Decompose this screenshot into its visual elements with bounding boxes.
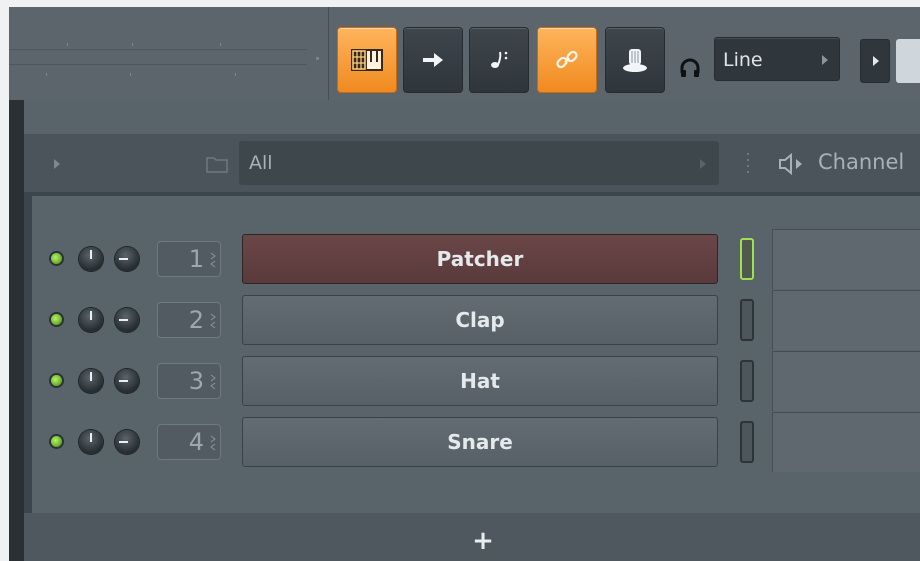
separator-dots [747, 153, 749, 177]
left-rail [9, 100, 24, 561]
link-icon [556, 50, 578, 69]
arrow-button[interactable] [403, 27, 463, 93]
channel-volume-knob[interactable] [79, 369, 103, 393]
folder-icon [206, 157, 228, 173]
channel-select-indicator[interactable] [740, 299, 754, 341]
toolbar-panel-edge [896, 39, 920, 83]
channel-volume-knob[interactable] [79, 247, 103, 271]
channel-select-indicator[interactable] [740, 360, 754, 402]
timeline-tick [235, 73, 236, 76]
toolbar-divider [328, 7, 329, 100]
step-sequencer-cell[interactable] [772, 229, 920, 289]
fl-studio-window: Line All Channel 1 Patcher 2 Clap 3 Hat 4 Snare… [9, 7, 920, 561]
note-button[interactable] [469, 27, 529, 93]
mixer-track-number-value: 4 [188, 428, 204, 456]
mixer-track-number-value: 3 [188, 367, 204, 395]
triangle-right-icon [873, 56, 879, 66]
channel-mute-led[interactable] [51, 375, 62, 386]
timeline-tick [67, 43, 68, 46]
play-arrow-button[interactable] [860, 39, 890, 83]
channel-volume-knob[interactable] [79, 308, 103, 332]
piano-roll-icon [351, 49, 383, 71]
speaker-icon[interactable] [777, 152, 807, 176]
channel-pan-knob[interactable] [115, 247, 139, 271]
add-channel-button[interactable]: + [471, 528, 495, 554]
note-icon [491, 51, 508, 68]
channel-filter-select[interactable]: All [239, 141, 719, 185]
metronome-knob-button[interactable] [605, 27, 665, 93]
channel-pan-knob[interactable] [115, 430, 139, 454]
arrow-right-icon [423, 53, 443, 67]
stepper-icon [210, 435, 216, 451]
step-sequencer-cell[interactable] [772, 412, 920, 472]
step-sequencer-cell[interactable] [772, 351, 920, 411]
channel-filter-value: All [249, 152, 273, 174]
chevron-right-icon [700, 159, 706, 169]
channel-mute-led[interactable] [51, 253, 62, 264]
channel-select-indicator[interactable] [740, 238, 754, 280]
timeline-tick [132, 43, 133, 46]
link-button[interactable] [537, 27, 597, 93]
expand-arrow-icon[interactable] [52, 157, 62, 171]
headphone-icon [680, 58, 700, 77]
mixer-track-number-value: 2 [188, 306, 204, 334]
channel-button[interactable]: Snare [242, 417, 718, 467]
step-sequencer-cell[interactable] [772, 290, 920, 350]
channel-mute-led[interactable] [51, 314, 62, 325]
mixer-track-number[interactable]: 1 [157, 241, 221, 277]
channel-pan-knob[interactable] [115, 308, 139, 332]
channel-pan-knob[interactable] [115, 369, 139, 393]
stepper-icon [210, 252, 216, 268]
knob-icon [623, 49, 647, 72]
rack-titlebar [24, 100, 920, 134]
resize-grip[interactable] [316, 57, 319, 60]
chevron-right-icon [822, 55, 828, 65]
mixer-track-number[interactable]: 2 [157, 302, 221, 338]
timeline-tick [130, 73, 131, 76]
channel-label: Channel [818, 150, 905, 174]
channel-button[interactable]: Patcher [242, 234, 718, 284]
stepper-icon [210, 313, 216, 329]
channel-mute-led[interactable] [51, 436, 62, 447]
snap-select-value: Line [723, 49, 763, 71]
channel-button[interactable]: Clap [242, 295, 718, 345]
mixer-track-number[interactable]: 4 [157, 424, 221, 460]
timeline-tick [220, 43, 221, 46]
timeline-scroller[interactable] [9, 49, 307, 65]
timeline-tick [46, 73, 47, 76]
snap-select[interactable]: Line [714, 37, 840, 81]
toolbar: Line [9, 7, 920, 100]
channel-button[interactable]: Hat [242, 356, 718, 406]
mixer-track-number[interactable]: 3 [157, 363, 221, 399]
piano-roll-button[interactable] [337, 27, 397, 93]
channel-volume-knob[interactable] [79, 430, 103, 454]
stepper-icon [210, 374, 216, 390]
mixer-track-number-value: 1 [188, 245, 204, 273]
channel-select-indicator[interactable] [740, 421, 754, 463]
